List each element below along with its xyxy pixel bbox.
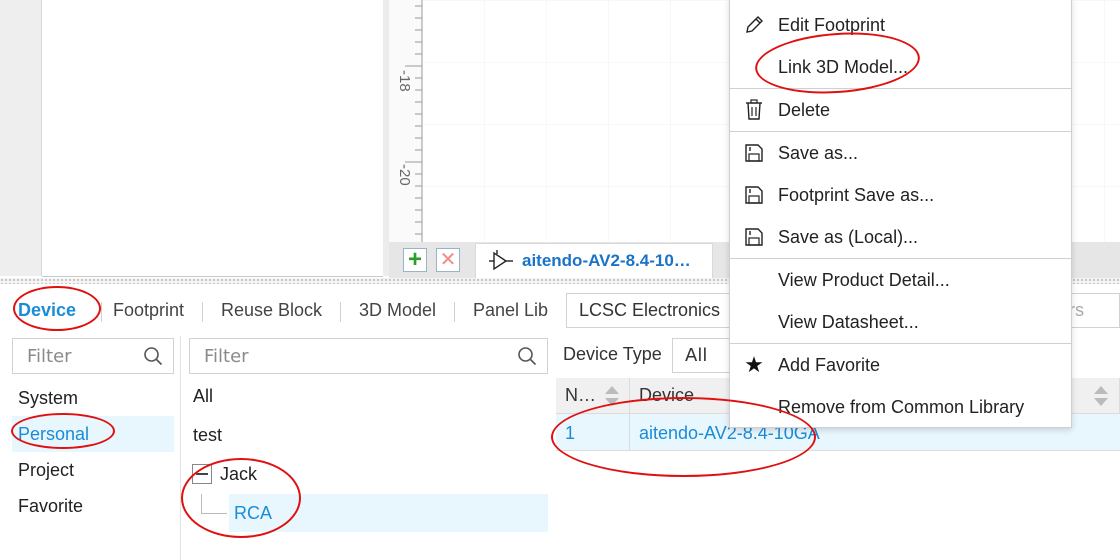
menu-item-add-favorite[interactable]: ★ Add Favorite (730, 345, 1071, 385)
menu-item-label: View Product Detail... (778, 269, 950, 290)
menu-item-link-3d-model[interactable]: Link 3D Model... (730, 47, 1071, 87)
library-source-value: LCSC Electronics (579, 300, 721, 320)
tab-divider (101, 302, 102, 322)
menu-item-view-product-detail[interactable]: View Product Detail... (730, 260, 1071, 300)
tree-item-all[interactable]: All (193, 386, 213, 407)
ruler-label: -18 (396, 70, 413, 92)
tree-connector (201, 494, 202, 513)
save-icon (745, 228, 763, 246)
menu-item-label: Add Favorite (778, 354, 881, 375)
tab-title: aitendo-AV2-8.4-10… (522, 251, 691, 270)
add-tab-button[interactable]: + (403, 248, 427, 272)
sort-icon (1094, 385, 1108, 406)
category-item-system[interactable]: System (12, 380, 174, 416)
category-label: Favorite (18, 495, 84, 516)
plus-icon: + (407, 246, 422, 273)
menu-item-label: Edit Footprint (778, 14, 886, 35)
tree-item-jack[interactable]: Jack (220, 464, 257, 485)
device-type-label: Device Type (563, 344, 662, 364)
menu-item-label: Link 3D Model... (778, 56, 909, 77)
category-item-personal[interactable]: Personal (12, 416, 174, 452)
menu-separator (730, 88, 1071, 89)
component-symbol-icon (489, 250, 513, 271)
column-header-number[interactable]: N… (556, 378, 630, 414)
tab-divider (340, 302, 341, 322)
tree-filter-placeholder: Filter (204, 345, 249, 367)
left-gutter-panel (0, 0, 42, 276)
tree-connector (201, 513, 227, 514)
tree-filter-input[interactable]: Filter (189, 338, 548, 374)
menu-item-label: Remove from Common Library (778, 396, 1025, 417)
tab-3d-model[interactable]: 3D Model (359, 300, 436, 321)
collapse-toggle[interactable] (192, 464, 212, 484)
left-panel (42, 0, 383, 277)
search-icon (144, 347, 163, 366)
column-header-label: Device (639, 385, 695, 405)
menu-item-label: Footprint Save as... (778, 184, 935, 205)
category-label: Project (18, 459, 75, 480)
tree-item-test[interactable]: test (193, 425, 222, 446)
trash-icon (746, 99, 762, 120)
device-type-value: All (685, 345, 708, 366)
tab-reuse-block[interactable]: Reuse Block (221, 300, 322, 321)
save-icon (745, 186, 763, 204)
star-icon: ★ (744, 352, 764, 378)
cell-number: 1 (565, 423, 576, 443)
menu-item-view-datasheet[interactable]: View Datasheet... (730, 302, 1071, 342)
tree-item-rca-row[interactable]: RCA (201, 494, 548, 532)
search-icon (518, 347, 537, 366)
category-filter-placeholder: Filter (27, 345, 72, 367)
close-tab-button[interactable]: ✕ (436, 248, 460, 272)
cell-divider (629, 414, 630, 451)
category-label: System (18, 387, 79, 408)
library-source-select[interactable]: LCSC Electronics (566, 293, 736, 328)
category-item-project[interactable]: Project (12, 452, 174, 488)
menu-item-footprint-save-as[interactable]: Footprint Save as... (730, 175, 1071, 215)
save-icon (745, 144, 763, 162)
menu-separator (730, 131, 1071, 132)
tree-item-selection (229, 494, 548, 532)
tab-panel-lib[interactable]: Panel Lib (473, 300, 548, 321)
menu-separator (730, 258, 1071, 259)
menu-item-label: View Datasheet... (778, 311, 919, 332)
category-label: Personal (18, 423, 90, 444)
tree-item-rca: RCA (234, 503, 273, 523)
sort-icon (605, 385, 619, 406)
tab-divider (454, 302, 455, 322)
tab-device[interactable]: Device (18, 300, 76, 321)
menu-item-label: Delete (778, 99, 831, 120)
menu-item-remove-from-common-library[interactable]: Remove from Common Library (730, 387, 1071, 427)
menu-item-edit-footprint[interactable]: Edit Footprint (730, 5, 1071, 45)
menu-separator (730, 343, 1071, 344)
device-type-select[interactable]: All (672, 338, 732, 373)
menu-item-label: Save as (Local)... (778, 226, 919, 247)
column-header-label: N… (565, 385, 596, 405)
pencil-icon (746, 16, 763, 33)
minus-icon (196, 473, 208, 475)
tab-footprint[interactable]: Footprint (113, 300, 184, 321)
menu-item-delete[interactable]: Delete (730, 90, 1071, 130)
ruler-label: -20 (396, 164, 413, 186)
menu-item-save-as-local[interactable]: Save as (Local)... (730, 217, 1071, 257)
close-icon: ✕ (439, 249, 457, 271)
category-item-favorite[interactable]: Favorite (12, 488, 174, 524)
menu-item-label: Save as... (778, 142, 859, 163)
column-divider (180, 336, 181, 560)
menu-item-save-as[interactable]: Save as... (730, 133, 1071, 173)
context-menu: Edit Footprint Link 3D Model... Delete S… (729, 0, 1072, 428)
tab-divider (202, 302, 203, 322)
category-filter-input[interactable]: Filter (12, 338, 174, 374)
tab-active-device[interactable]: aitendo-AV2-8.4-10… (475, 243, 713, 278)
